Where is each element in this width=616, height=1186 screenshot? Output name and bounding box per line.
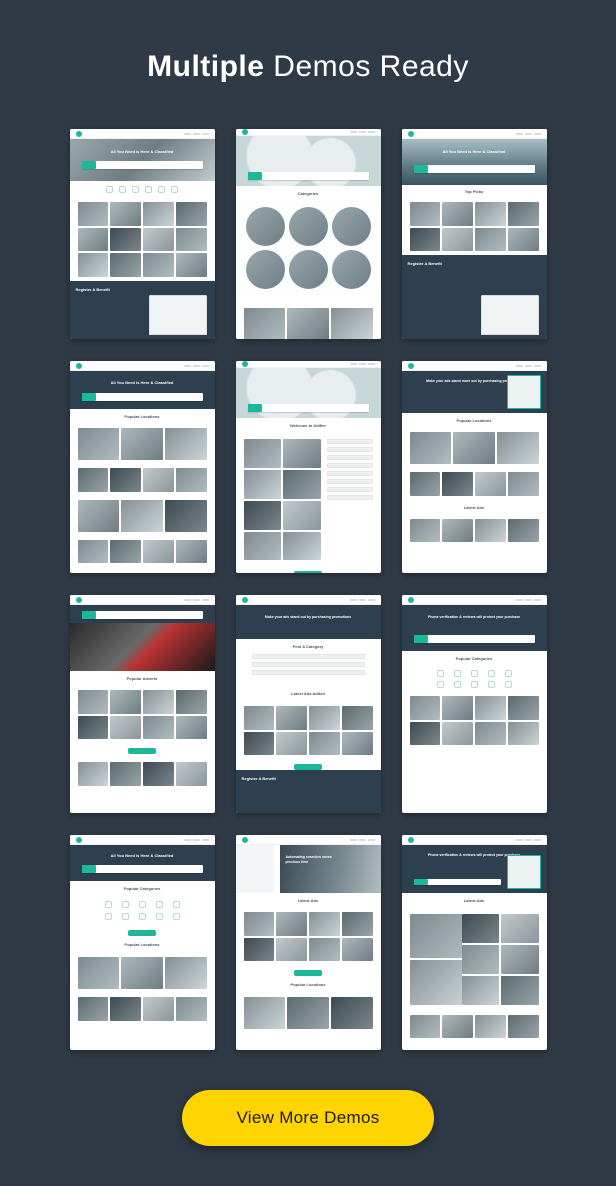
demo-thumbnail[interactable]: All You Need is Here & Classified Popula… <box>70 835 215 1050</box>
demo-thumbnail[interactable]: Phone verification & reviews will protec… <box>402 595 547 813</box>
demo-thumbnail[interactable]: All You Need is Here & Classified Regist… <box>70 129 215 339</box>
demo-thumbnail[interactable]: Make your ads stand more out by purchasi… <box>402 361 547 573</box>
view-more-demos-button[interactable]: View More Demos <box>182 1090 433 1146</box>
demo-thumbnail[interactable]: Categories <box>236 129 381 339</box>
demo-thumbnail[interactable]: All You Need is Here & Classified Popula… <box>70 361 215 573</box>
demo-thumbnail[interactable]: Welcome to Adifier <box>236 361 381 573</box>
demo-thumbnail[interactable]: All You Need is Here & Classified Top Pi… <box>402 129 547 339</box>
demo-thumbnail[interactable]: Make your ads stand out by purchasing pr… <box>236 595 381 813</box>
demo-thumbnail[interactable]: Phone verification & reviews will protec… <box>402 835 547 1050</box>
demo-thumbnail[interactable]: Popular Adverts <box>70 595 215 813</box>
page-title: Multiple Demos Ready <box>147 50 469 84</box>
demo-grid: All You Need is Here & Classified Regist… <box>70 129 547 1050</box>
demo-thumbnail[interactable]: Automating searches saves precious time … <box>236 835 381 1050</box>
